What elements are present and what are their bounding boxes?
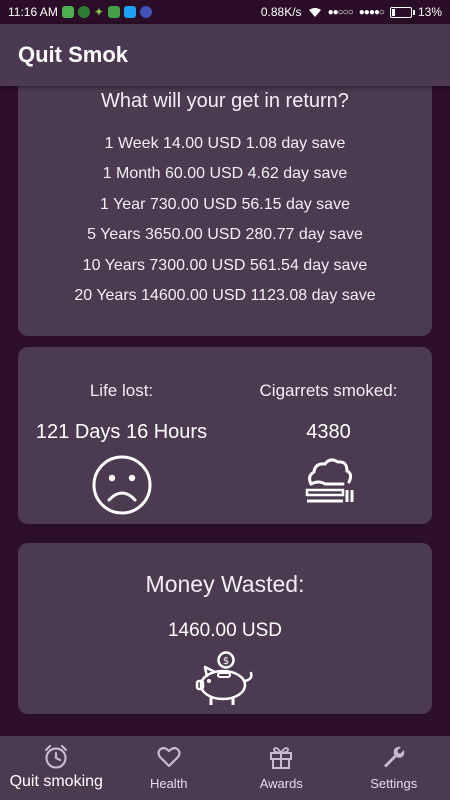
life-lost-label: Life lost:	[89, 381, 154, 400]
nav-label-health: Health	[149, 776, 188, 791]
network-speed: 0.88K/s	[260, 5, 302, 19]
stats-card: Life lost: 121 Days 16 Hours Cigarrets s…	[18, 347, 432, 524]
battery-icon	[389, 6, 415, 18]
money-wasted-label: Money Wasted:	[145, 571, 305, 597]
message-icon	[107, 6, 120, 18]
cigarette-smoke-icon	[301, 454, 357, 515]
sad-face-icon	[91, 454, 153, 521]
return-row: 1 Week 14.00 USD 1.08 day save	[104, 135, 346, 152]
gift-icon	[270, 747, 293, 769]
whatsapp-icon	[77, 6, 90, 18]
wifi-icon	[308, 7, 321, 17]
cigarettes-value: 4380	[306, 421, 351, 443]
status-right: 0.88K/s ●●○○○ ●●●●○ 13%	[261, 5, 442, 19]
money-card: Money Wasted: 1460.00 USD $	[18, 543, 432, 714]
cigarettes-label: Cigarrets smoked:	[259, 381, 398, 400]
alarm-clock-icon	[45, 744, 68, 769]
nav-awards[interactable]: Awards	[225, 736, 338, 800]
battery-percent: 13%	[417, 5, 442, 19]
returns-list: 1 Week 14.00 USD 1.08 day save 1 Month 6…	[18, 135, 432, 317]
returns-card: What will your get in return? 1 Week 14.…	[18, 70, 432, 336]
bottom-navigation: Quit smoking Health Awards Settings	[0, 736, 450, 800]
life-lost-column: Life lost: 121 Days 16 Hours	[18, 347, 225, 524]
status-time: 11:16 AM	[8, 5, 58, 19]
nav-label-quit-smoking: Quit smoking	[9, 773, 103, 790]
plant-icon: ✦	[93, 5, 104, 19]
cigarettes-column: Cigarrets smoked: 4380	[225, 347, 432, 524]
twitter-icon	[123, 6, 136, 18]
browser-icon	[139, 6, 152, 18]
nav-quit-smoking[interactable]: Quit smoking	[0, 736, 113, 800]
status-left: 11:16 AM ✦	[8, 5, 152, 19]
return-row: 20 Years 14600.00 USD 1123.08 day save	[74, 286, 376, 304]
app-bar: Quit Smok	[0, 24, 450, 86]
heart-icon	[157, 746, 181, 768]
app-title: Quit Smok	[18, 42, 129, 67]
nav-settings[interactable]: Settings	[338, 736, 450, 800]
return-row: 1 Month 60.00 USD 4.62 day save	[102, 165, 348, 183]
return-row: 5 Years 3650.00 USD 280.77 day save	[87, 226, 363, 244]
status-bar: 11:16 AM ✦ 0.88K/s ●●○○○ ●●●●○ 13%	[0, 0, 450, 24]
piggy-bank-icon: $	[193, 651, 257, 714]
notification-app-icon	[61, 6, 74, 18]
svg-text:$: $	[223, 656, 229, 667]
nav-label-settings: Settings	[370, 776, 418, 791]
nav-health[interactable]: Health	[113, 736, 226, 800]
returns-title: What will your get in return?	[101, 90, 349, 112]
signal-1-icon: ●●○○○	[327, 6, 354, 18]
return-row: 10 Years 7300.00 USD 561.54 day save	[82, 256, 368, 274]
wrench-icon	[383, 746, 404, 768]
nav-label-awards: Awards	[259, 776, 303, 791]
life-lost-value: 121 Days 16 Hours	[35, 421, 208, 443]
signal-2-icon: ●●●●○	[358, 6, 385, 18]
money-wasted-value: 1460.00 USD	[167, 620, 283, 641]
return-row: 1 Year 730.00 USD 56.15 day save	[100, 195, 350, 213]
